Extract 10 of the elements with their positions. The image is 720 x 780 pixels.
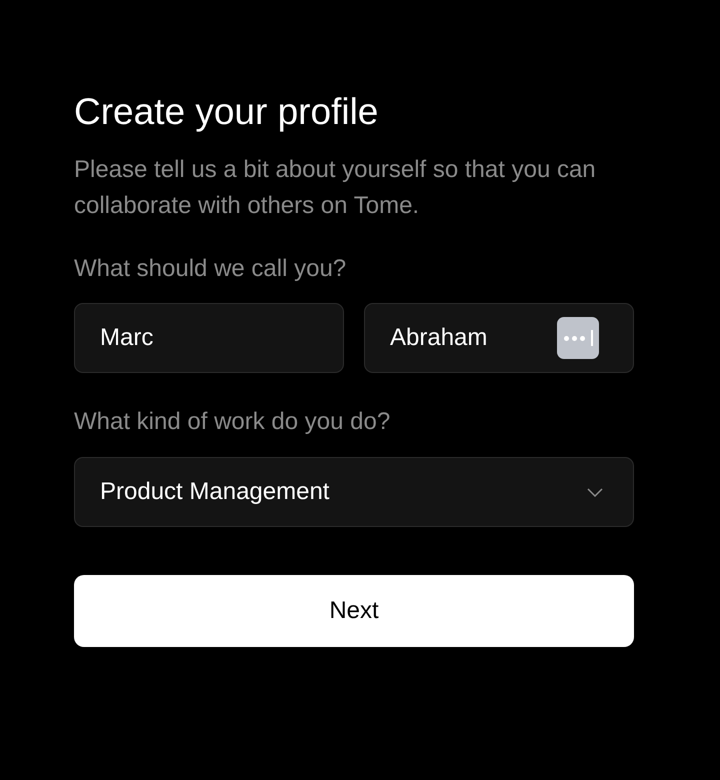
field-label: What should we call you? (74, 254, 348, 284)
name-field[interactable]: Marc (74, 303, 344, 373)
password-manager-icon[interactable] (557, 317, 599, 359)
field-label: What kind of work do you do? (74, 407, 392, 437)
chevron-down-icon (587, 488, 603, 496)
description-text: Please tell us a bit about yourself so that you can collaborate with others on Tome. (74, 155, 597, 221)
next-button[interactable]: Next (74, 575, 634, 647)
work-dropdown[interactable]: Product Management (74, 457, 634, 527)
page-title: Create your profile (74, 90, 380, 134)
name-field[interactable]: Abraham (364, 303, 634, 373)
